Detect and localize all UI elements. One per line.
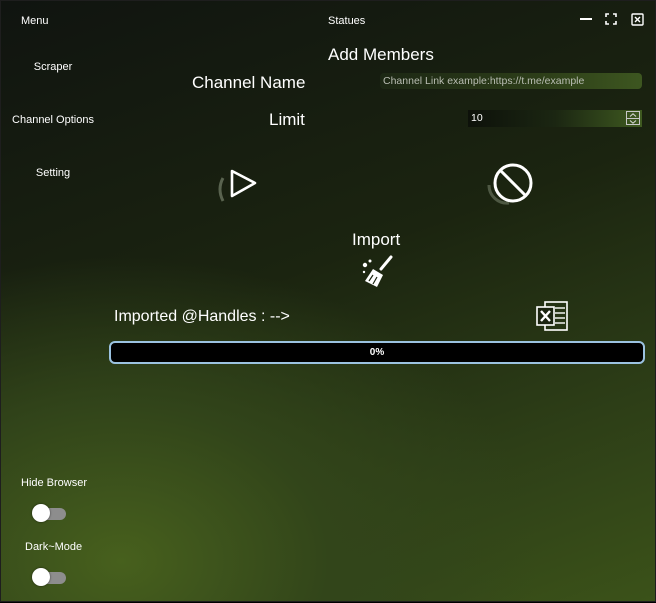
toggle-knob bbox=[32, 568, 50, 586]
sidebar-item-setting[interactable]: Setting bbox=[3, 167, 103, 179]
hide-browser-label: Hide Browser bbox=[21, 477, 88, 489]
page-title: Add Members bbox=[328, 45, 434, 64]
progress-text: 0% bbox=[369, 347, 385, 358]
broom-icon bbox=[362, 255, 393, 287]
app-window: Menu Scraper Channel Options Setting Hid… bbox=[0, 0, 656, 602]
sidebar-item-scraper[interactable]: Scraper bbox=[3, 61, 103, 73]
import-progress-bar: 0% bbox=[109, 341, 645, 364]
limit-label: Limit bbox=[269, 110, 305, 129]
start-button[interactable] bbox=[209, 161, 265, 217]
stop-icon bbox=[487, 163, 533, 205]
hide-browser-toggle[interactable] bbox=[32, 504, 68, 522]
dark-mode-label: Dark~Mode bbox=[25, 541, 83, 553]
import-label: Import bbox=[352, 230, 401, 249]
menu-title: Menu bbox=[21, 15, 49, 27]
limit-spinbox[interactable]: 10 bbox=[468, 110, 642, 127]
spin-down-icon[interactable] bbox=[627, 118, 639, 125]
play-icon bbox=[218, 169, 257, 202]
limit-value: 10 bbox=[471, 112, 483, 124]
excel-icon bbox=[536, 301, 568, 331]
channel-link-input[interactable]: Channel Link example:https://t.me/exampl… bbox=[380, 73, 642, 89]
close-icon[interactable] bbox=[630, 12, 644, 26]
toggle-knob bbox=[32, 504, 50, 522]
sidebar-item-channel-options[interactable]: Channel Options bbox=[3, 114, 103, 126]
maximize-icon[interactable] bbox=[604, 12, 618, 26]
dark-mode-toggle[interactable] bbox=[32, 568, 68, 586]
minimize-icon[interactable] bbox=[579, 12, 593, 26]
channel-name-label: Channel Name bbox=[192, 73, 306, 92]
spin-arrows-icon[interactable] bbox=[626, 111, 640, 125]
stop-button[interactable] bbox=[479, 159, 539, 215]
import-button[interactable] bbox=[361, 255, 395, 289]
export-excel-button[interactable] bbox=[535, 300, 569, 332]
imported-handles-label: Imported @Handles : --> bbox=[114, 308, 290, 325]
status-title: Statues bbox=[328, 15, 366, 27]
